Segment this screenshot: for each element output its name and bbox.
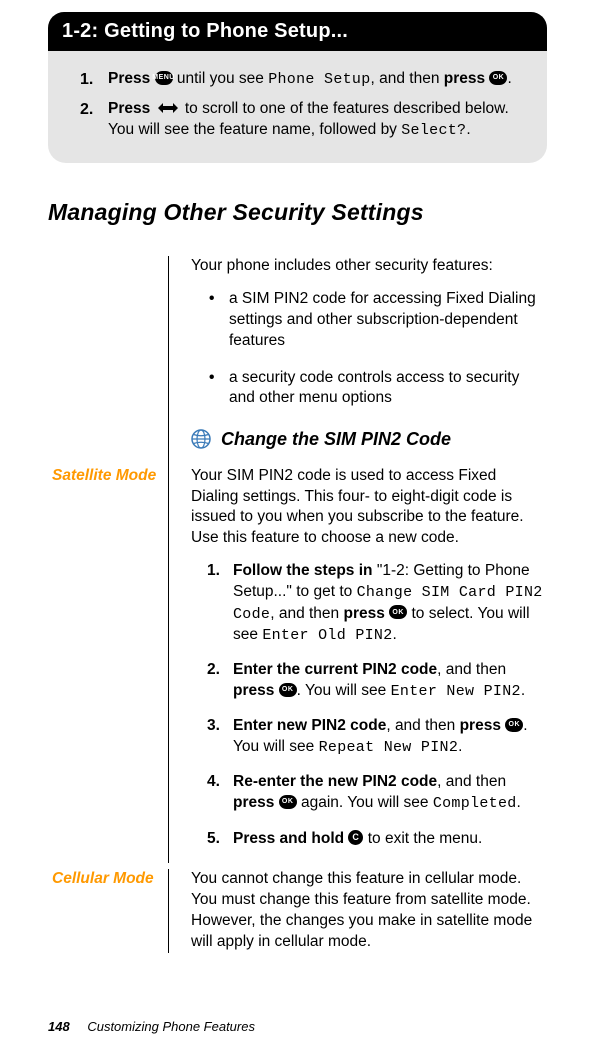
plain-text: until you see <box>173 70 269 87</box>
step-number: 1. <box>207 561 233 646</box>
display-text: Completed <box>433 795 517 812</box>
heading-managing-security: Managing Other Security Settings <box>48 197 547 228</box>
page-footer: 148 Customizing Phone Features <box>48 1018 255 1036</box>
ok-key-icon: OK <box>505 718 523 732</box>
chapter-name: Customizing Phone Features <box>87 1019 255 1034</box>
plain-text: . <box>507 70 511 87</box>
list-item: 5. Press and hold C to exit the menu. <box>207 829 543 850</box>
list-item: 3. Enter new PIN2 code, and then press O… <box>207 716 543 758</box>
list-item: 2. Enter the current PIN2 code, and then… <box>207 660 543 702</box>
step-body: Press MENU until you see Phone Setup, an… <box>108 69 519 91</box>
side-column: Cellular Mode <box>52 869 169 953</box>
subheading-text: Change the SIM PIN2 Code <box>221 427 451 451</box>
step-body: Press to scroll to one of the features d… <box>108 99 519 141</box>
main-column: Your phone includes other security featu… <box>169 256 547 466</box>
satellite-steps: 1. Follow the steps in "1-2: Getting to … <box>207 561 543 849</box>
plain-text: . <box>521 682 525 699</box>
step-number: 3. <box>207 716 233 758</box>
plain-text: . <box>466 121 470 138</box>
feature-bullet-list: •a SIM PIN2 code for accessing Fixed Dia… <box>191 289 543 410</box>
ok-key-icon: OK <box>279 795 297 809</box>
bullet-dot: • <box>209 289 229 352</box>
step-number: 2. <box>80 99 108 141</box>
plain-text: , and then <box>371 70 444 87</box>
bold-text: Follow the steps in <box>233 562 373 579</box>
cellular-paragraph: You cannot change this feature in cellul… <box>191 869 543 953</box>
procedure-step: 2. Press to scroll to one of the feature… <box>80 99 519 141</box>
display-text: Enter New PIN2 <box>391 683 521 700</box>
main-column: You cannot change this feature in cellul… <box>169 869 547 953</box>
bold-text: press <box>460 717 506 734</box>
step-body: Re-enter the new PIN2 code, and then pre… <box>233 772 543 814</box>
display-text: Enter Old PIN2 <box>262 627 392 644</box>
bold-text: Press <box>108 70 155 87</box>
display-text: Phone Setup <box>268 71 370 88</box>
step-body: Enter new PIN2 code, and then press OK. … <box>233 716 543 758</box>
list-item: 4. Re-enter the new PIN2 code, and then … <box>207 772 543 814</box>
page-number: 148 <box>48 1019 70 1034</box>
bold-text: press <box>233 682 279 699</box>
satellite-paragraph: Your SIM PIN2 code is used to access Fix… <box>191 466 543 550</box>
bold-text: press <box>343 605 389 622</box>
menu-key-icon: MENU <box>155 71 173 85</box>
c-key-icon: C <box>348 830 363 845</box>
subheading-row: Change the SIM PIN2 Code <box>191 427 543 451</box>
plain-text: . You will see <box>297 682 391 699</box>
list-item: •a security code controls access to secu… <box>209 368 543 410</box>
plain-text: . <box>517 794 521 811</box>
bold-text: Re-enter the new PIN2 code <box>233 773 437 790</box>
plain-text: , and then <box>270 605 343 622</box>
ok-key-icon: OK <box>489 71 507 85</box>
plain-text: . <box>393 626 397 643</box>
globe-icon <box>191 429 211 449</box>
side-column: Satellite Mode <box>52 466 169 864</box>
ok-key-icon: OK <box>389 605 407 619</box>
bullet-dot: • <box>209 368 229 410</box>
side-column <box>52 256 169 466</box>
display-text: Repeat New PIN2 <box>319 739 459 756</box>
bold-text: Press <box>108 100 155 117</box>
plain-text: , and then <box>437 661 506 678</box>
main-column: Your SIM PIN2 code is used to access Fix… <box>169 466 547 864</box>
step-body: Follow the steps in "1-2: Getting to Pho… <box>233 561 543 646</box>
bullet-text: a security code controls access to secur… <box>229 368 543 410</box>
step-number: 5. <box>207 829 233 850</box>
plain-text: , and then <box>437 773 506 790</box>
plain-text: . <box>458 738 462 755</box>
bold-text: press <box>444 70 490 87</box>
mode-label-cellular: Cellular Mode <box>52 869 162 888</box>
procedure-box: 1. Press MENU until you see Phone Setup,… <box>48 51 547 163</box>
step-body: Enter the current PIN2 code, and then pr… <box>233 660 543 702</box>
plain-text: , and then <box>386 717 459 734</box>
bold-text: Enter the current PIN2 code <box>233 661 437 678</box>
bullet-text: a SIM PIN2 code for accessing Fixed Dial… <box>229 289 543 352</box>
bold-text: press <box>233 794 279 811</box>
list-item: •a SIM PIN2 code for accessing Fixed Dia… <box>209 289 543 352</box>
procedure-step: 1. Press MENU until you see Phone Setup,… <box>80 69 519 91</box>
scroll-key-icon <box>155 102 181 114</box>
step-number: 4. <box>207 772 233 814</box>
step-body: Press and hold C to exit the menu. <box>233 829 543 850</box>
display-text: Select? <box>401 122 466 139</box>
bold-text: Enter new PIN2 code <box>233 717 386 734</box>
list-item: 1. Follow the steps in "1-2: Getting to … <box>207 561 543 646</box>
intro-paragraph: Your phone includes other security featu… <box>191 256 543 277</box>
plain-text: again. You will see <box>297 794 433 811</box>
step-number: 2. <box>207 660 233 702</box>
section-title-bar: 1-2: Getting to Phone Setup... <box>48 12 547 51</box>
mode-label-satellite: Satellite Mode <box>52 466 162 485</box>
bold-text: Press and hold <box>233 830 348 847</box>
plain-text: to exit the menu. <box>363 830 482 847</box>
section-title: 1-2: Getting to Phone Setup... <box>62 20 348 42</box>
step-number: 1. <box>80 69 108 91</box>
ok-key-icon: OK <box>279 683 297 697</box>
